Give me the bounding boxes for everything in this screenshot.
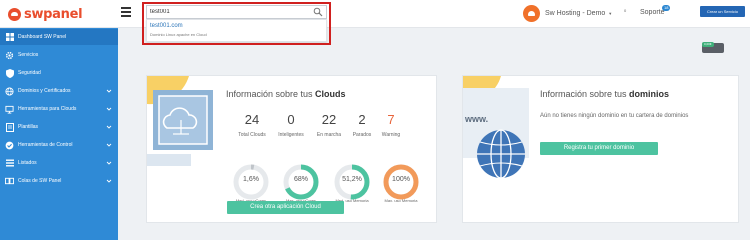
account-name: Sw Hosting - Demo [545,10,606,17]
gauge-label: Max. uso Memoria [384,198,418,203]
stat-total-clouds: 24 Total Clouds [234,112,270,139]
template-icon [5,122,14,132]
highlight-box [142,2,331,45]
chevron-down-icon: ▼ [608,11,613,16]
sidebar-item-servicios[interactable]: Servicios [0,47,118,63]
gear-icon [5,51,14,60]
support-link[interactable]: Soporte [640,9,665,16]
sidebar-item-colas[interactable]: Colas de SW Panel [0,173,118,189]
domains-card: www. Información sobre tus dominios Aún … [462,75,739,223]
gauge-value: 68% [293,176,308,183]
clouds-card: Información sobre tus Clouds 24 Total Cl… [146,75,437,223]
stat-label: Warning [381,132,401,138]
chevron-down-icon [106,107,112,111]
stat-label: Inteligentes [278,132,304,138]
domains-card-title: Información sobre tus dominios [540,89,670,99]
support-badge: 18 [662,5,671,11]
account-menu[interactable]: Sw Hosting - Demo ▼ 0 [523,5,626,22]
sidebar-item-herramientas-control[interactable]: Herramientas de Control [0,137,118,153]
stat-value: 0 [287,112,295,127]
chevron-down-icon [106,89,112,93]
sidebar-item-label: Dominios y Certificados [18,88,71,94]
sidebar-item-label: Dashboard SW Panel [18,34,67,40]
check-icon [5,141,14,150]
dashboard-icon [5,33,14,42]
gauge-max-memoria: 100% Max. uso Memoria [381,162,421,203]
sidebar-item-label: Listados [18,160,37,166]
logo-icon [8,7,21,21]
stat-value: 7 [387,112,395,127]
gauge-med-vcores: 1,6% Med. uso vCores [231,162,271,203]
gauge-max-vcores: 68% Max. uso vCores [281,162,321,203]
sidebar-item-listados[interactable]: Listados [0,155,118,171]
sidebar-item-dominios[interactable]: Dominios y Certificados [0,83,118,99]
gauge-value: 51,2% [342,176,362,183]
stat-value: 24 [244,112,260,127]
cloud-tools-icon [5,105,14,114]
register-domain-button[interactable]: Registra tu primer dominio [540,142,658,155]
domains-empty-text: Aún no tienes ningún dominio en tu carte… [540,113,689,119]
sidebar-item-label: Colas de SW Panel [18,178,62,184]
account-avatar-icon [523,5,540,22]
chevron-down-icon [106,179,112,183]
create-cloud-button[interactable]: Crea otra aplicación Cloud [227,201,344,214]
menu-toggle-icon[interactable] [121,7,131,17]
sidebar-item-label: Plantillas [18,124,39,130]
sidebar-item-label: Herramientas para Clouds [18,106,77,112]
stat-warning: 7 Warning [373,112,409,139]
sidebar-item-herramientas-clouds[interactable]: Herramientas para Clouds [0,101,118,117]
balance-tag: 0,00€ [702,42,714,47]
shield-icon [5,68,14,78]
sidebar-item-plantillas[interactable]: Plantillas [0,119,118,135]
top-header: swpanel Sw Hosting - Demo ▼ 0 Soporte 18… [0,0,750,28]
www-label: www. [464,114,488,124]
globe-icon [5,86,14,96]
sidebar-item-label: Herramientas de Control [18,142,73,148]
cloud-server-illustration [147,76,213,166]
sidebar: Dashboard SW Panel Servicios Seguridad D… [0,28,118,240]
sidebar-item-label: Servicios [18,52,39,58]
stat-label: En marcha [316,132,342,138]
chevron-down-icon [106,161,112,165]
gauge-value: 100% [392,176,410,183]
queue-icon [5,177,14,186]
stat-value: 22 [321,112,337,127]
logo-text: swpanel [24,6,83,22]
account-badge: 0 [624,8,627,13]
stat-en-marcha: 22 En marcha [311,112,347,139]
stat-label: Total Clouds [238,132,266,138]
sidebar-item-dashboard[interactable]: Dashboard SW Panel [0,29,118,45]
swpanel-logo[interactable]: swpanel [8,5,83,23]
sidebar-item-label: Seguridad [18,70,41,76]
www-globe-illustration: www. [463,76,529,179]
sidebar-item-seguridad[interactable]: Seguridad [0,65,118,81]
chevron-down-icon [106,143,112,147]
list-icon [5,159,14,168]
gauge-med-memoria: 51,2% Med. uso Memoria [332,162,372,203]
gauge-value: 1,6% [243,176,259,183]
clouds-card-title: Información sobre tus Clouds [226,89,346,99]
new-service-button[interactable]: Crear un Servicio [700,6,745,17]
stat-inteligentes: 0 Inteligentes [273,112,309,139]
chevron-down-icon [106,125,112,129]
